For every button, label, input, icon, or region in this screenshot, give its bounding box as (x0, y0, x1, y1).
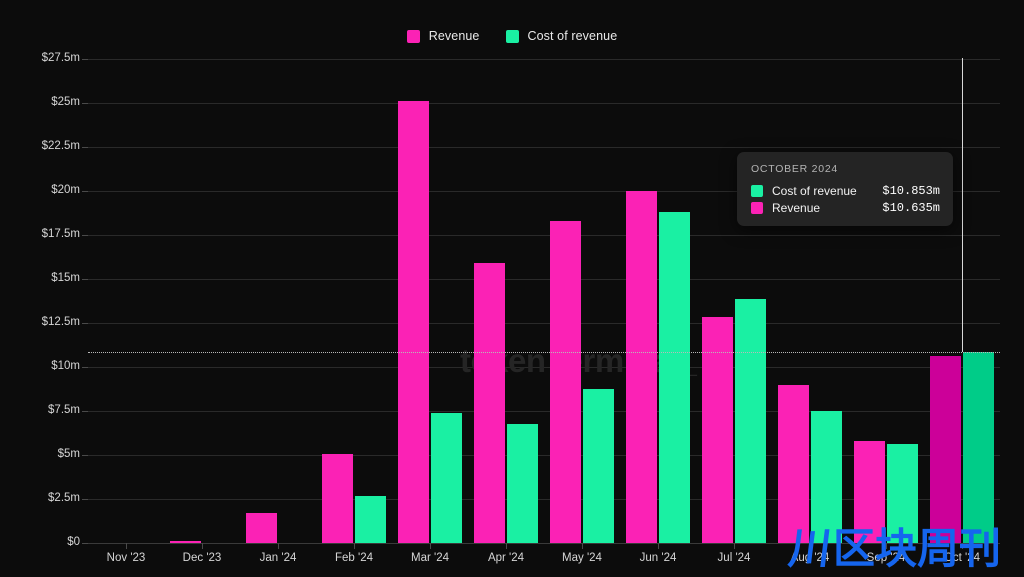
tooltip-row: Revenue $10.635m (751, 201, 940, 215)
legend-swatch-icon (506, 30, 519, 43)
bar-cost-of-revenue[interactable] (963, 352, 994, 543)
bar-revenue[interactable] (854, 441, 885, 543)
chart-legend: Revenue Cost of revenue (0, 26, 1024, 46)
bar-revenue[interactable] (778, 385, 809, 543)
chart-root: Revenue Cost of revenue token terminal_ $… (0, 0, 1024, 577)
bar-cost-of-revenue[interactable] (811, 411, 842, 543)
y-axis-label: $10m (10, 360, 80, 372)
gridline (88, 59, 1000, 60)
hover-value-line-dotted (88, 352, 1000, 353)
bar-revenue[interactable] (246, 513, 277, 543)
x-axis-tick (810, 543, 811, 549)
y-axis-tick (82, 411, 88, 412)
y-axis-label: $5m (10, 448, 80, 460)
y-axis-tick (82, 103, 88, 104)
bar-cost-of-revenue[interactable] (887, 444, 918, 543)
y-axis-tick (82, 499, 88, 500)
x-axis-label: Aug '24 (791, 552, 830, 564)
bar-revenue[interactable] (930, 356, 961, 543)
gridline (88, 235, 1000, 236)
gridline (88, 103, 1000, 104)
y-axis-label: $2.5m (10, 492, 80, 504)
x-axis-label: Dec '23 (183, 552, 222, 564)
x-axis-label: Apr '24 (488, 552, 524, 564)
y-axis-tick (82, 147, 88, 148)
legend-label: Revenue (429, 29, 480, 43)
x-axis-tick (886, 543, 887, 549)
x-axis-tick (506, 543, 507, 549)
x-axis-label: May '24 (562, 552, 602, 564)
tooltip-title: OCTOBER 2024 (751, 163, 940, 175)
x-axis: Nov '23 Dec '23 Jan '24 Feb '24 Mar '24 Apr '… (88, 543, 1000, 577)
tooltip-series-value: $10.635m (882, 201, 940, 215)
x-axis-label: Mar '24 (411, 552, 449, 564)
y-axis-label: $22.5m (10, 140, 80, 152)
bar-cost-of-revenue[interactable] (355, 496, 386, 543)
x-axis-label: Jul '24 (718, 552, 751, 564)
y-axis-label: $25m (10, 96, 80, 108)
plot-area: token terminal_ (88, 59, 1000, 543)
tooltip-series-value: $10.853m (882, 184, 940, 198)
bar-revenue[interactable] (626, 191, 657, 543)
legend-label: Cost of revenue (528, 29, 618, 43)
bar-cost-of-revenue[interactable] (583, 389, 614, 543)
y-axis-label: $17.5m (10, 228, 80, 240)
x-axis-tick (962, 543, 963, 549)
bar-revenue[interactable] (398, 101, 429, 543)
y-axis-tick (82, 323, 88, 324)
y-axis-label: $0 (10, 536, 80, 548)
x-axis-label: Jun '24 (640, 552, 677, 564)
y-axis-label: $12.5m (10, 316, 80, 328)
x-axis-label: Oct '24 (944, 552, 980, 564)
y-axis-label: $27.5m (10, 52, 80, 64)
legend-swatch-icon (407, 30, 420, 43)
x-axis-tick (734, 543, 735, 549)
bar-cost-of-revenue[interactable] (659, 212, 690, 543)
x-axis-tick (202, 543, 203, 549)
x-axis-tick (582, 543, 583, 549)
x-axis-tick (278, 543, 279, 549)
y-axis-label: $15m (10, 272, 80, 284)
gridline (88, 279, 1000, 280)
bar-cost-of-revenue[interactable] (431, 413, 462, 543)
y-axis-tick (82, 367, 88, 368)
gridline (88, 323, 1000, 324)
x-axis-tick (126, 543, 127, 549)
tooltip-swatch-icon (751, 185, 763, 197)
bar-cost-of-revenue[interactable] (735, 299, 766, 543)
bar-revenue[interactable] (474, 263, 505, 543)
x-axis-tick (354, 543, 355, 549)
gridline (88, 411, 1000, 412)
bar-revenue[interactable] (702, 317, 733, 543)
x-axis-label: Nov '23 (107, 552, 146, 564)
gridline (88, 367, 1000, 368)
y-axis-tick (82, 191, 88, 192)
hover-tooltip: OCTOBER 2024 Cost of revenue $10.853m Reve… (737, 152, 953, 226)
bar-revenue[interactable] (322, 454, 353, 543)
y-axis-label: $7.5m (10, 404, 80, 416)
tooltip-series-name: Cost of revenue (772, 184, 857, 198)
y-axis-tick (82, 279, 88, 280)
crosshair-line (962, 58, 963, 352)
legend-item-revenue[interactable]: Revenue (407, 29, 480, 43)
x-axis-tick (430, 543, 431, 549)
x-axis-label: Jan '24 (260, 552, 297, 564)
y-axis-label: $20m (10, 184, 80, 196)
x-axis-tick (658, 543, 659, 549)
x-axis-label: Feb '24 (335, 552, 373, 564)
tooltip-swatch-icon (751, 202, 763, 214)
tooltip-series-name: Revenue (772, 201, 820, 215)
y-axis-tick (82, 235, 88, 236)
legend-item-cost-of-revenue[interactable]: Cost of revenue (506, 29, 618, 43)
x-axis-label: Sep '24 (867, 552, 906, 564)
tooltip-row: Cost of revenue $10.853m (751, 184, 940, 198)
y-axis-tick (82, 455, 88, 456)
gridline (88, 147, 1000, 148)
tooltip-rows: Cost of revenue $10.853m Revenue $10.635m (751, 184, 940, 215)
y-axis-tick (82, 59, 88, 60)
bar-revenue[interactable] (550, 221, 581, 543)
bar-cost-of-revenue[interactable] (507, 424, 538, 543)
